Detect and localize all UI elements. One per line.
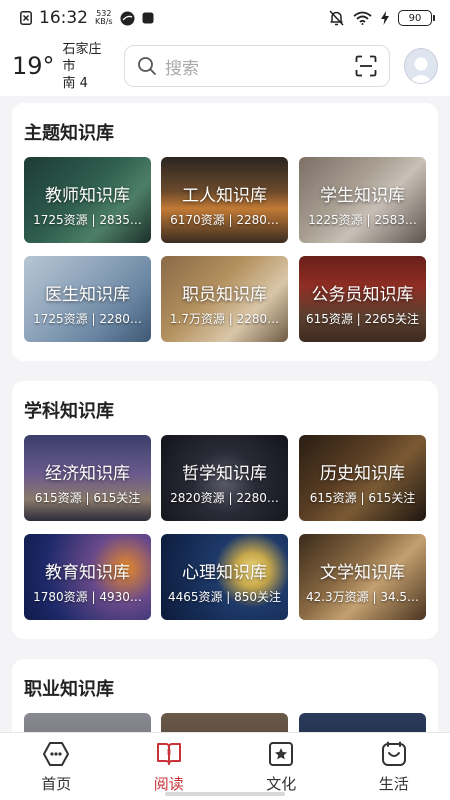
- city-label: 石家庄市: [62, 41, 102, 74]
- library-tile-staff[interactable]: 职员知识库 1.7万资源 | 2280…: [161, 256, 288, 342]
- book-icon: [156, 743, 181, 765]
- status-bar: 16:32 532 KB/s 90: [0, 0, 450, 36]
- wind-label: 南 4: [62, 75, 88, 91]
- nav-label: 文化: [266, 775, 297, 793]
- mute-bell-icon: [329, 10, 344, 26]
- library-tile[interactable]: [299, 713, 426, 732]
- header: 19° 石家庄市 南 4 搜索: [0, 36, 450, 96]
- section-career-library: 职业知识库: [12, 659, 438, 732]
- section-title: 学科知识库: [24, 401, 114, 422]
- library-tile-psychology[interactable]: 心理知识库 4465资源 | 850关注: [161, 534, 288, 620]
- avatar[interactable]: [403, 48, 438, 84]
- nav-label: 首页: [41, 775, 72, 793]
- library-tile[interactable]: [161, 713, 288, 732]
- nav-reading[interactable]: 阅读: [113, 733, 226, 800]
- status-time: 16:32: [39, 8, 88, 28]
- search-input[interactable]: 搜索: [124, 45, 390, 87]
- wifi-icon: [353, 11, 372, 25]
- bottom-nav: 首页 阅读 文化 生活: [0, 732, 450, 800]
- library-tile-teacher[interactable]: 教师知识库 1725资源 | 2835…: [24, 157, 151, 243]
- library-tile-worker[interactable]: 工人知识库 6170资源 | 2280…: [161, 157, 288, 243]
- home-indicator[interactable]: [165, 792, 285, 796]
- battery-indicator: 90: [398, 10, 435, 26]
- section-subject-library: 学科知识库 经济知识库 615资源 | 615关注 哲学知识库 2820资源 |…: [12, 381, 438, 639]
- search-icon: [138, 57, 156, 75]
- nav-home[interactable]: 首页: [0, 733, 113, 800]
- nav-label: 阅读: [153, 775, 184, 793]
- notification-close-icon: [20, 11, 32, 25]
- library-tile-philosophy[interactable]: 哲学知识库 2820资源 | 2280…: [161, 435, 288, 521]
- net-speed: 532 KB/s: [95, 9, 113, 26]
- nav-life[interactable]: 生活: [338, 733, 450, 800]
- library-tile-history[interactable]: 历史知识库 615资源 | 615关注: [299, 435, 426, 521]
- weather-info[interactable]: 石家庄市 南 4: [63, 41, 112, 92]
- user-icon: [408, 57, 433, 83]
- content-scroll[interactable]: 主题知识库 教师知识库 1725资源 | 2835… 工人知识库 6170资源 …: [0, 96, 450, 732]
- star-frame-icon: [269, 742, 294, 766]
- app-square-icon: [142, 12, 154, 24]
- section-theme-library: 主题知识库 教师知识库 1725资源 | 2835… 工人知识库 6170资源 …: [12, 103, 438, 361]
- section-title: 主题知识库: [24, 123, 114, 144]
- app-notification-icon: [120, 11, 135, 25]
- section-title: 职业知识库: [24, 679, 114, 700]
- library-tile[interactable]: [24, 713, 151, 732]
- nav-culture[interactable]: 文化: [225, 733, 338, 800]
- search-placeholder: 搜索: [165, 58, 200, 79]
- library-tile-civil-servant[interactable]: 公务员知识库 615资源 | 2265关注: [299, 256, 426, 342]
- nav-label: 生活: [378, 775, 409, 793]
- scan-icon[interactable]: [355, 55, 377, 77]
- temperature[interactable]: 19°: [12, 52, 55, 80]
- library-tile-education[interactable]: 教育知识库 1780资源 | 4930…: [24, 534, 151, 620]
- life-icon: [381, 741, 406, 766]
- home-icon: [43, 742, 70, 766]
- library-tile-economics[interactable]: 经济知识库 615资源 | 615关注: [24, 435, 151, 521]
- library-tile-doctor[interactable]: 医生知识库 1725资源 | 2280…: [24, 256, 151, 342]
- charging-icon: [381, 11, 389, 25]
- library-tile-student[interactable]: 学生知识库 1225资源 | 2583…: [299, 157, 426, 243]
- library-tile-literature[interactable]: 文学知识库 42.3万资源 | 34.5…: [299, 534, 426, 620]
